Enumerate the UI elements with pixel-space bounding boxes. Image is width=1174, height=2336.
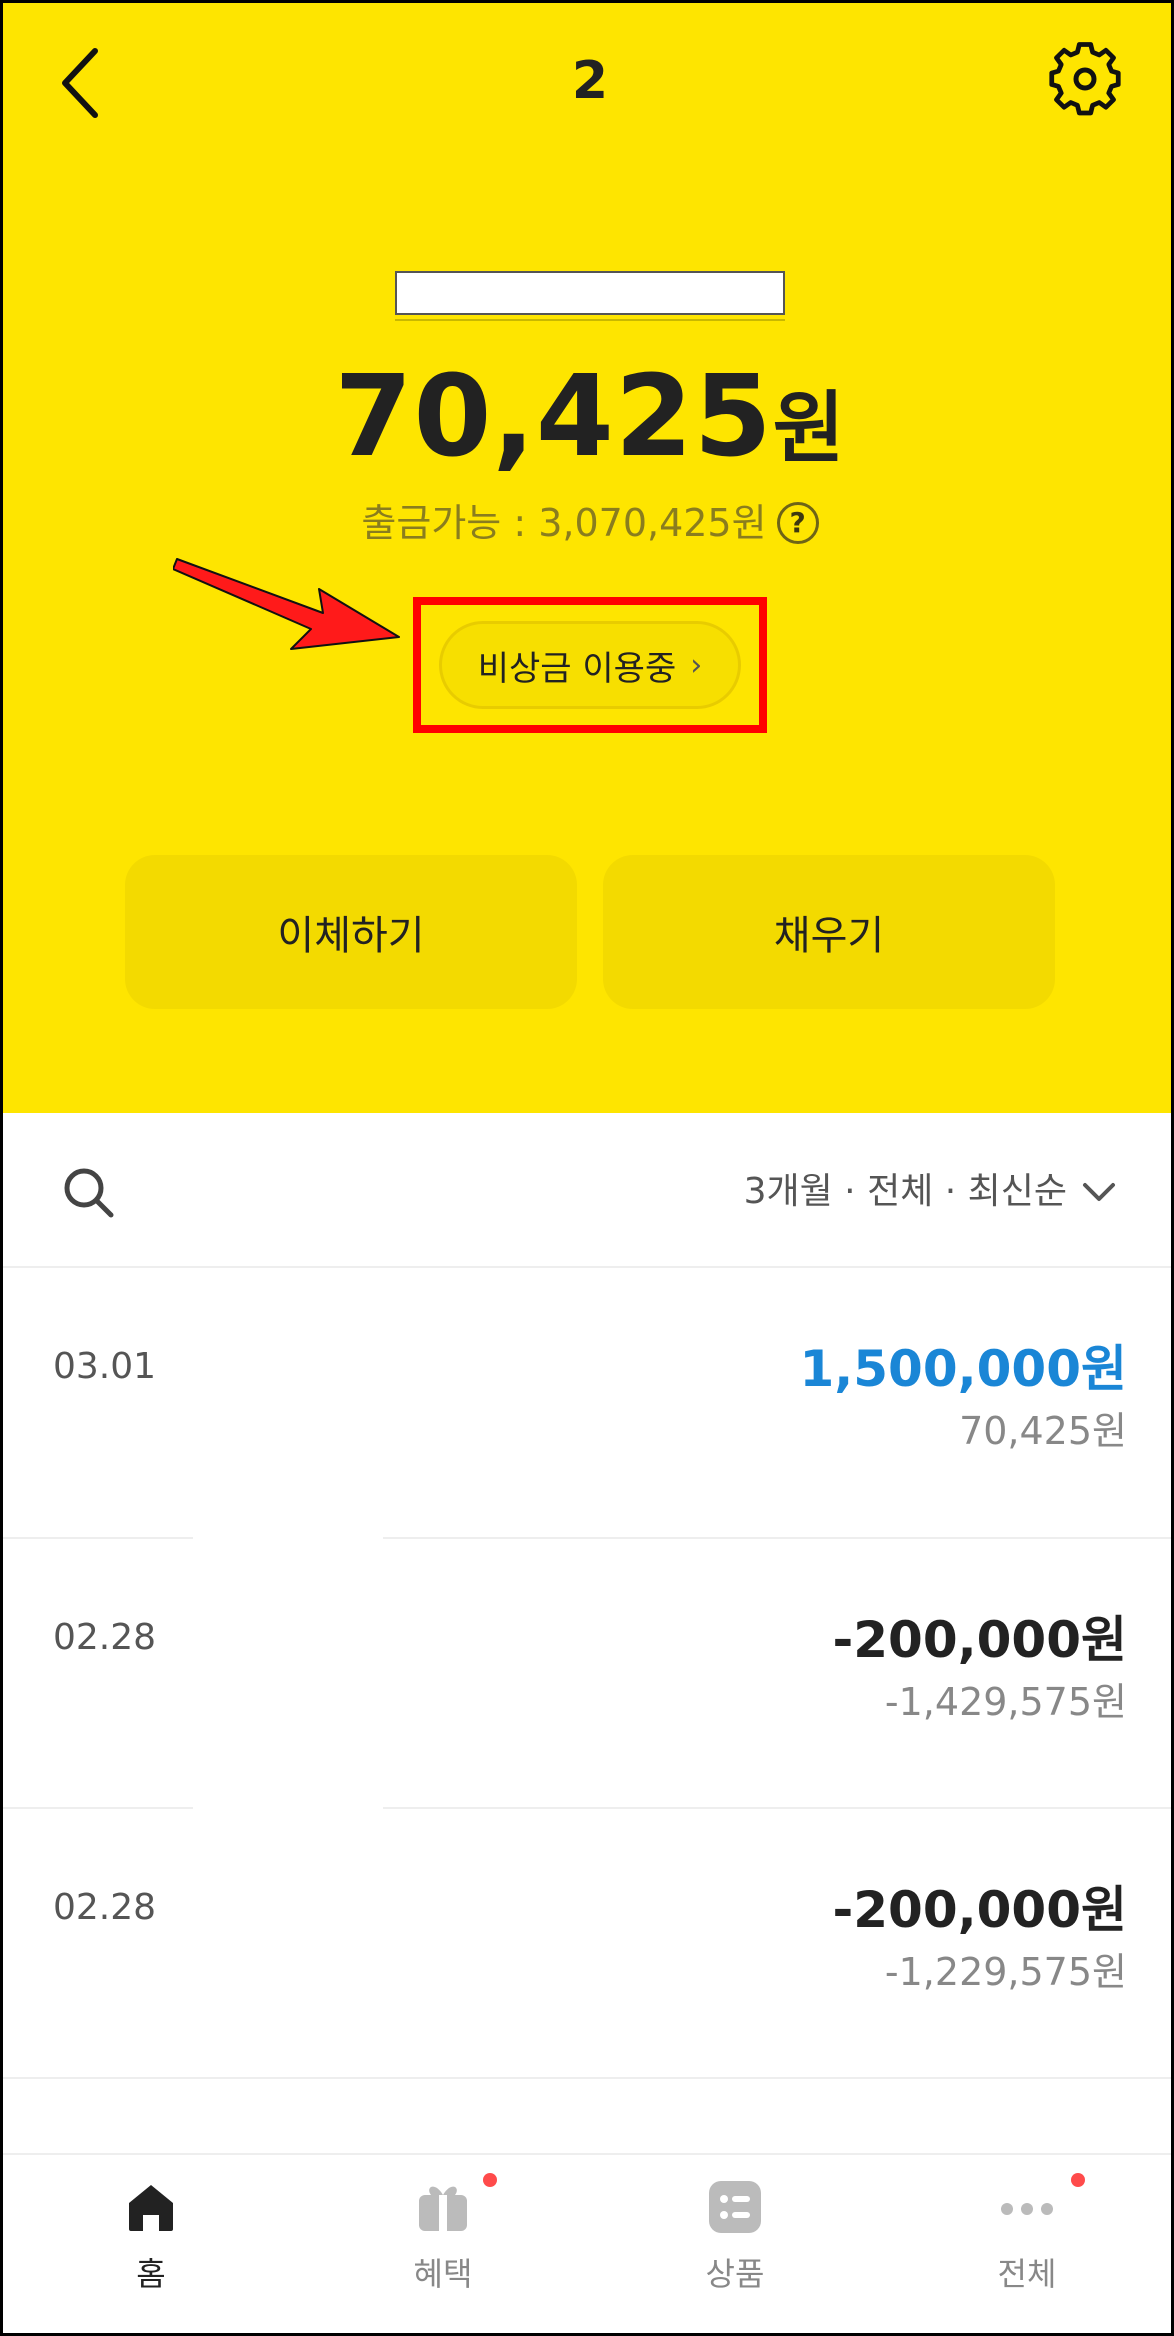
- transaction-date: 03.01: [53, 1346, 157, 1387]
- nav-label: 상품: [705, 2255, 765, 2293]
- fill-button[interactable]: 채우기: [603, 855, 1055, 1009]
- nav-home[interactable]: 홈: [51, 2155, 251, 2333]
- filter-selector[interactable]: 3개월 · 전체 · 최신순: [744, 1167, 1067, 1217]
- notification-dot: [1071, 2173, 1085, 2187]
- transaction-filter-bar: 3개월 · 전체 · 최신순: [3, 1113, 1171, 1268]
- emergency-fund-label: 비상금 이용중: [477, 648, 677, 689]
- account-name-underline: [395, 319, 785, 321]
- settings-button[interactable]: [1047, 41, 1123, 117]
- gear-icon: [1049, 42, 1121, 116]
- home-icon: [129, 2185, 173, 2231]
- app-frame: 2 70,425원 출금가능 : 3,070,425원? 비상금 이용중 › 이…: [0, 0, 1174, 2336]
- available-label: 출금가능 : 3,070,425원: [361, 501, 767, 545]
- nav-all[interactable]: 전체: [927, 2155, 1127, 2333]
- search-button[interactable]: [61, 1165, 117, 1221]
- gift-icon: [419, 2186, 467, 2231]
- transaction-balance: -1,229,575원: [884, 1950, 1127, 1994]
- notification-dot: [483, 2173, 497, 2187]
- help-icon[interactable]: ?: [776, 502, 819, 544]
- search-icon: [64, 1168, 114, 1218]
- nav-label: 혜택: [413, 2255, 473, 2293]
- nav-label: 홈: [136, 2255, 166, 2293]
- row-divider: [3, 2077, 1171, 2079]
- balance-amount: 70,425원: [3, 351, 1171, 495]
- annotation-arrow-icon: [173, 558, 400, 650]
- account-header: 2 70,425원 출금가능 : 3,070,425원? 비상금 이용중 › 이…: [3, 3, 1171, 1113]
- chevron-down-icon[interactable]: [1079, 1175, 1119, 1211]
- transaction-row[interactable]: 02.28 -200,000원 -1,429,575원: [3, 1539, 1171, 1809]
- transaction-row[interactable]: 02.28 -200,000원 -1,229,575원: [3, 1809, 1171, 2079]
- nav-products[interactable]: 상품: [635, 2155, 835, 2333]
- transaction-row[interactable]: 03.01 1,500,000원 70,425원: [3, 1268, 1171, 1538]
- account-name-redacted: [395, 271, 785, 315]
- transaction-date: 02.28: [53, 1617, 157, 1658]
- transaction-balance: -1,429,575원: [884, 1680, 1127, 1724]
- balance-number: 70,425: [334, 352, 773, 482]
- chevron-right-icon: ›: [690, 647, 703, 683]
- transaction-amount: -200,000원: [832, 1611, 1128, 1669]
- transfer-button[interactable]: 이체하기: [125, 855, 577, 1009]
- nav-label: 전체: [997, 2255, 1057, 2293]
- transaction-balance: 70,425원: [959, 1409, 1127, 1453]
- bottom-navigation: 홈 혜택 상품 전체: [3, 2153, 1171, 2333]
- transaction-amount: 1,500,000원: [799, 1340, 1127, 1398]
- balance-unit: 원: [772, 384, 846, 474]
- transaction-date: 02.28: [53, 1887, 157, 1928]
- available-withdrawal: 출금가능 : 3,070,425원?: [3, 495, 1171, 551]
- emergency-fund-button[interactable]: 비상금 이용중 ›: [439, 621, 741, 709]
- nav-benefits[interactable]: 혜택: [343, 2155, 543, 2333]
- more-icon: [1001, 2203, 1053, 2215]
- list-icon: [709, 2181, 761, 2233]
- transaction-amount: -200,000원: [832, 1881, 1128, 1939]
- page-title: 2: [571, 51, 609, 111]
